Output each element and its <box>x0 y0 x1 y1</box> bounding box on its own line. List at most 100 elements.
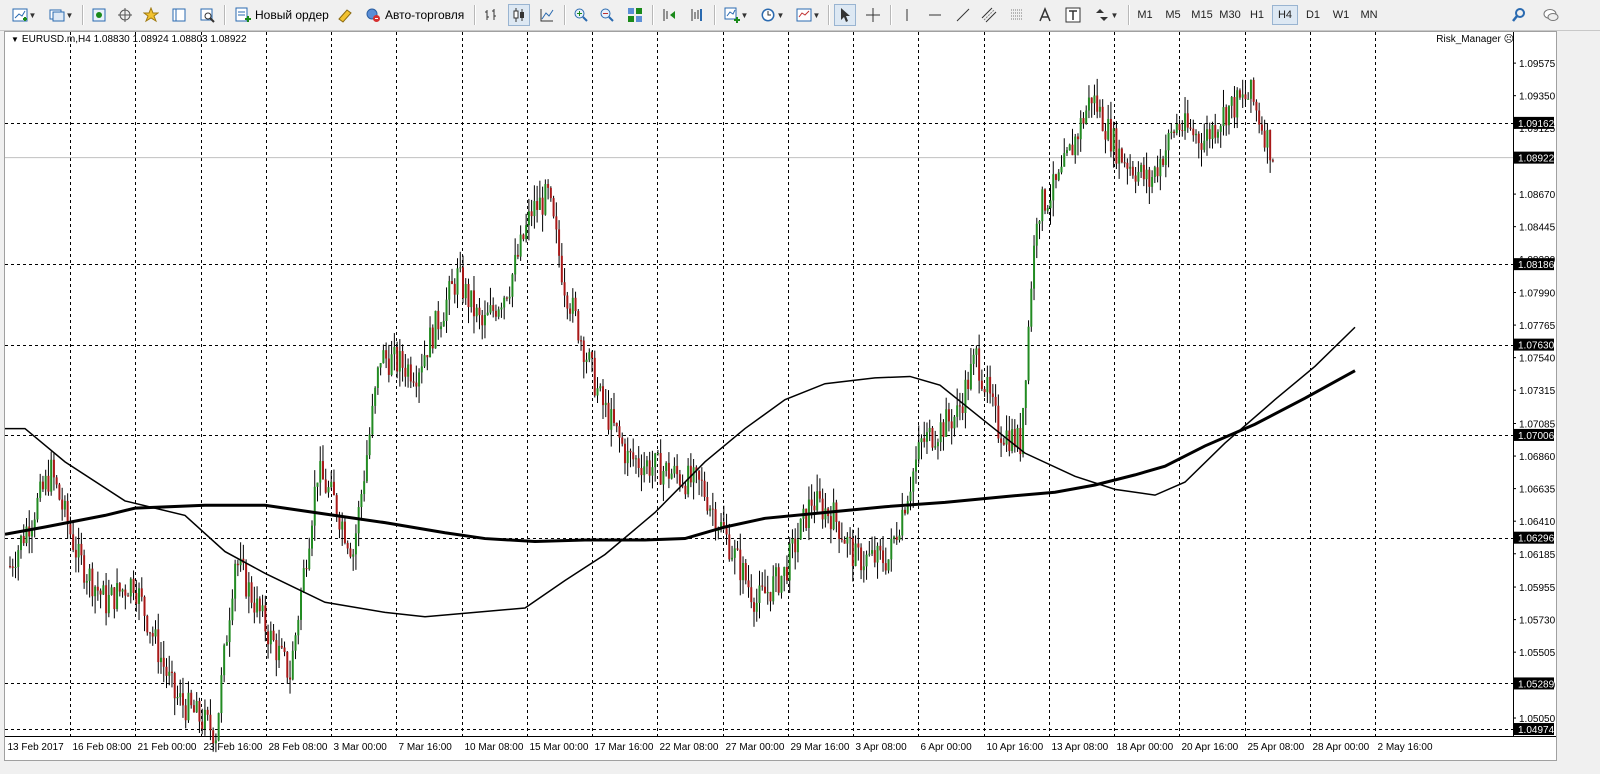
bear-candle <box>1189 127 1192 129</box>
bear-candle <box>615 422 618 427</box>
meta-editor-button[interactable] <box>334 4 356 26</box>
timeframe-h1[interactable]: H1 <box>1244 5 1270 25</box>
bull-candle <box>129 578 132 597</box>
bear-candle <box>162 657 165 667</box>
timeframe-w1[interactable]: W1 <box>1328 5 1354 25</box>
bear-candle <box>931 427 934 448</box>
bull-candle <box>953 416 956 429</box>
bull-candle <box>1079 118 1082 140</box>
bear-candle <box>1214 125 1217 138</box>
bear-candle <box>1233 97 1236 118</box>
text-label-button[interactable] <box>1062 4 1084 26</box>
collapse-triangle-icon[interactable]: ▼ <box>11 35 19 44</box>
time-axis-label: 10 Apr 16:00 <box>987 742 1044 753</box>
bear-candle <box>703 480 706 498</box>
bear-candle <box>1197 133 1200 144</box>
favorites-button[interactable] <box>140 4 162 26</box>
time-axis-label: 23 Feb 16:00 <box>204 742 263 753</box>
bear-candle <box>678 474 681 486</box>
bear-candle <box>879 545 882 551</box>
vertical-line-button[interactable] <box>896 4 918 26</box>
zoom-out-button[interactable] <box>596 4 618 26</box>
bear-candle <box>676 465 679 475</box>
navigator-button[interactable] <box>114 4 136 26</box>
bear-candle <box>840 538 843 540</box>
bull-candle <box>77 543 80 558</box>
crosshair-button[interactable] <box>862 4 884 26</box>
bear-candle <box>264 605 267 632</box>
price-axis-label: 1.07540 <box>1519 354 1556 365</box>
market-watch-button[interactable] <box>88 4 110 26</box>
bull-candle <box>1016 427 1019 448</box>
bull-candle <box>33 519 36 528</box>
bear-candle <box>1082 118 1085 124</box>
profiles-button[interactable]: ▼ <box>44 4 78 26</box>
new-order-button[interactable]: Новый ордер <box>230 4 334 26</box>
tile-windows-button[interactable] <box>624 4 646 26</box>
timeframe-mn[interactable]: MN <box>1356 5 1382 25</box>
bull-candle <box>176 696 179 699</box>
text-button[interactable] <box>1034 4 1056 26</box>
price-chart[interactable]: 13 Feb 2017 16 Feb 08:00 21 Feb 00:00 23 Fe… <box>5 32 1556 760</box>
price-axis-label: 1.09350 <box>1519 92 1556 103</box>
timeframe-m15[interactable]: M15 <box>1188 5 1216 25</box>
search-button[interactable] <box>1508 4 1530 26</box>
bear-candle <box>1238 90 1241 98</box>
chart-window[interactable]: 13 Feb 2017 16 Feb 08:00 21 Feb 00:00 23 Fe… <box>4 31 1557 761</box>
data-window-button[interactable] <box>168 4 190 26</box>
bear-candle <box>258 598 261 612</box>
bull-candle <box>832 502 835 530</box>
bear-candle <box>1156 167 1159 177</box>
bull-candle <box>195 700 198 713</box>
trendline-button[interactable] <box>952 4 974 26</box>
bull-candle <box>1159 158 1162 177</box>
candlestick-button[interactable] <box>508 4 530 26</box>
bear-candle <box>698 470 701 480</box>
bear-candle <box>146 615 149 633</box>
bull-candle <box>63 500 66 510</box>
chat-button[interactable] <box>1538 4 1564 26</box>
bull-candle <box>203 709 206 729</box>
bull-candle <box>486 312 489 315</box>
bull-candle <box>1052 174 1055 201</box>
auto-scroll-button[interactable] <box>658 4 680 26</box>
timeframe-m30[interactable]: M30 <box>1216 5 1244 25</box>
chart-shift-button[interactable] <box>686 4 708 26</box>
bull-candle <box>1063 153 1066 167</box>
bull-candle <box>341 521 344 530</box>
strategy-tester-button[interactable] <box>196 4 218 26</box>
templates-button[interactable]: ▼ <box>792 4 824 26</box>
bear-candle <box>22 535 25 544</box>
time-axis-label: 6 Apr 00:00 <box>921 742 973 753</box>
strategy-tester-icon <box>200 8 215 23</box>
new-chart-button[interactable]: ▼ <box>6 4 42 26</box>
bear-candle <box>409 364 412 382</box>
bear-candle <box>763 586 766 594</box>
indicators-button[interactable]: ▼ <box>720 4 752 26</box>
timeframe-m1[interactable]: M1 <box>1132 5 1158 25</box>
bear-candle <box>983 389 986 393</box>
arrows-button[interactable]: ▼ <box>1090 4 1122 26</box>
bull-candle <box>390 354 393 375</box>
line-chart-button[interactable] <box>536 4 558 26</box>
bull-candle <box>475 307 478 317</box>
zoom-in-button[interactable] <box>570 4 592 26</box>
profiles-icon <box>49 9 65 22</box>
timeframe-m5[interactable]: M5 <box>1160 5 1186 25</box>
fibonacci-button[interactable] <box>1006 4 1028 26</box>
equidistant-channel-button[interactable] <box>978 4 1000 26</box>
bear-candle <box>552 198 555 217</box>
bull-candle <box>670 473 673 479</box>
periods-button[interactable]: ▼ <box>756 4 788 26</box>
expert-smiley-icon[interactable]: ☹ <box>1504 34 1514 45</box>
cursor-button[interactable] <box>834 4 856 26</box>
timeframe-h4[interactable]: H4 <box>1272 5 1298 25</box>
bear-candle <box>547 184 550 188</box>
auto-trading-button[interactable]: Авто-торговля <box>360 4 469 26</box>
bull-candle <box>470 290 473 308</box>
bull-candle <box>497 309 500 317</box>
horizontal-line-button[interactable] <box>924 4 946 26</box>
timeframe-d1[interactable]: D1 <box>1300 5 1326 25</box>
bar-chart-button[interactable] <box>480 4 502 26</box>
time-axis-label: 3 Apr 08:00 <box>856 742 908 753</box>
